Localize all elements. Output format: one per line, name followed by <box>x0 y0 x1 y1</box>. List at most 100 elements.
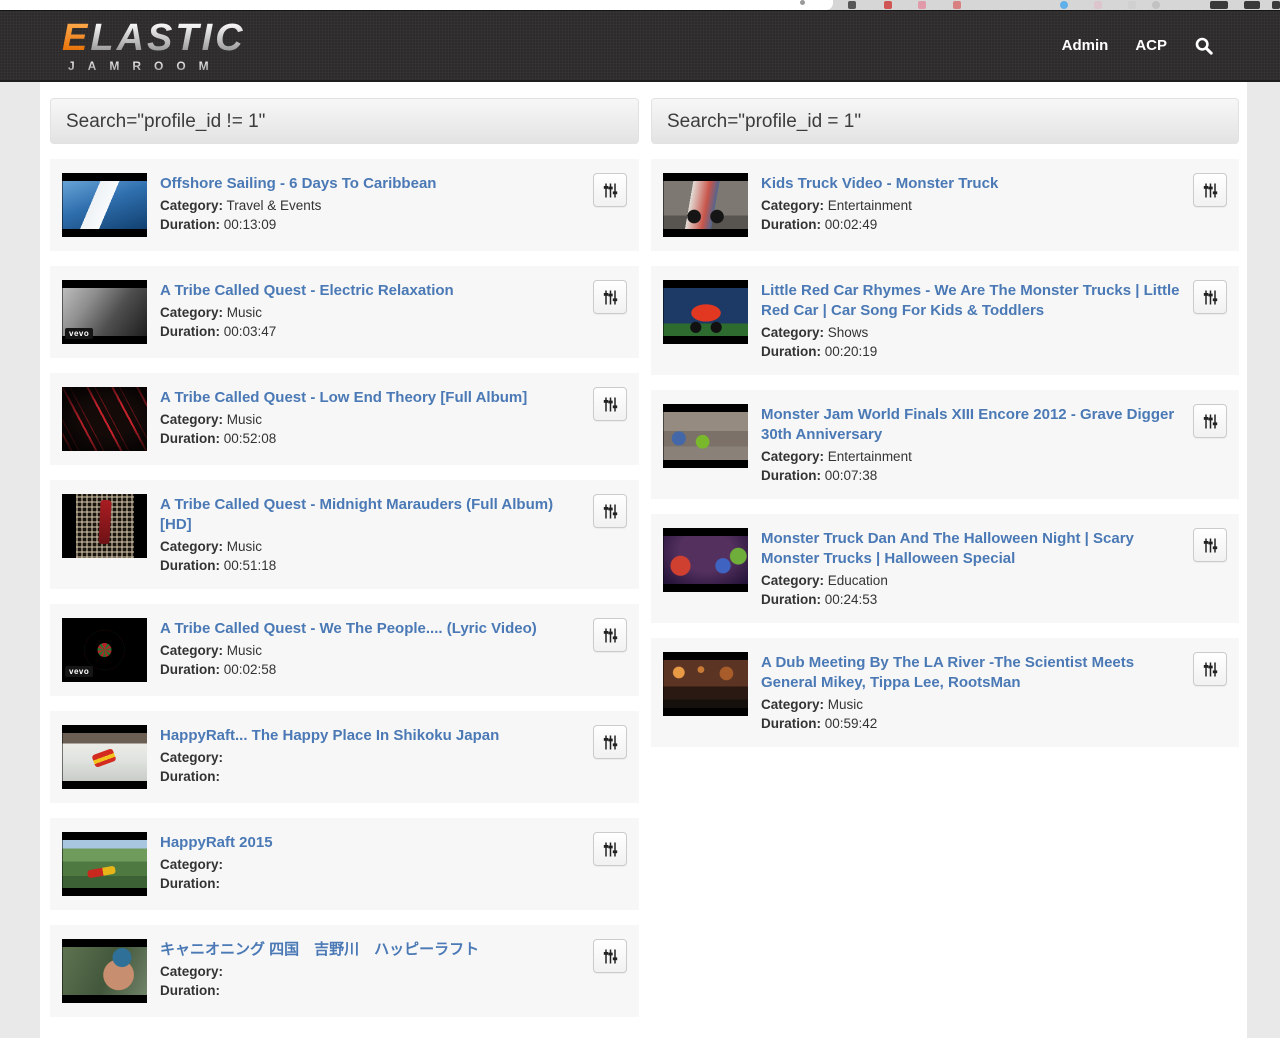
duration-label: Duration: <box>761 468 821 483</box>
video-meta: HappyRaft... The Happy Place In Shikoku … <box>160 725 580 789</box>
bookmark-icon[interactable] <box>918 1 926 9</box>
video-thumbnail-art <box>62 733 147 781</box>
sliders-button[interactable] <box>593 387 627 421</box>
video-result-card: Offshore Sailing - 6 Days To Caribbean C… <box>50 159 639 251</box>
video-thumbnail[interactable] <box>62 494 147 558</box>
sliders-button[interactable] <box>593 725 627 759</box>
video-title-link[interactable]: Offshore Sailing - 6 Days To Caribbean <box>160 174 580 194</box>
nav-admin-link[interactable]: Admin <box>1062 37 1109 54</box>
video-thumbnail[interactable] <box>62 173 147 237</box>
bookmark-icon[interactable] <box>1060 1 1068 9</box>
duration-label: Duration: <box>160 983 220 998</box>
duration-value: 00:02:58 <box>224 662 277 677</box>
bookmark-icon[interactable] <box>953 1 961 9</box>
address-bar-sliver[interactable] <box>0 0 833 10</box>
site-logo[interactable]: ELASTIC JAMROOM <box>62 19 246 72</box>
category-label: Category: <box>761 325 824 340</box>
left-results-column: Search="profile_id != 1" Offshore Sailin… <box>50 98 639 1032</box>
video-thumbnail-art <box>663 536 748 584</box>
category-line: Category: Entertainment <box>761 197 1180 216</box>
sliders-button[interactable] <box>593 173 627 207</box>
video-title-link[interactable]: A Tribe Called Quest - Midnight Marauder… <box>160 495 580 535</box>
left-search-header: Search="profile_id != 1" <box>50 98 639 144</box>
category-label: Category: <box>160 539 223 554</box>
video-thumbnail[interactable] <box>663 173 748 237</box>
logo-wordmark: ELASTIC <box>62 19 246 57</box>
bookmark-icon[interactable] <box>1210 1 1228 9</box>
sliders-button[interactable] <box>593 618 627 652</box>
bookmark-icon[interactable] <box>1128 1 1136 9</box>
video-result-card: キャニオニング 四国 吉野川 ハッピーラフト Category: Duratio… <box>50 925 639 1017</box>
video-thumbnail[interactable] <box>663 404 748 468</box>
sliders-button[interactable] <box>1193 652 1227 686</box>
category-value: Music <box>227 539 262 554</box>
category-value: Music <box>828 697 863 712</box>
left-results-list: Offshore Sailing - 6 Days To Caribbean C… <box>50 159 639 1017</box>
video-title-link[interactable]: A Tribe Called Quest - Low End Theory [F… <box>160 388 580 408</box>
video-title-link[interactable]: Little Red Car Rhymes - We Are The Monst… <box>761 281 1180 321</box>
video-title-link[interactable]: キャニオニング 四国 吉野川 ハッピーラフト <box>160 940 580 960</box>
video-thumbnail[interactable] <box>62 725 147 789</box>
category-label: Category: <box>160 643 223 658</box>
right-search-header: Search="profile_id = 1" <box>651 98 1239 144</box>
video-title-link[interactable]: Monster Jam World Finals XIII Encore 201… <box>761 405 1180 445</box>
video-title-link[interactable]: Monster Truck Dan And The Halloween Nigh… <box>761 529 1180 569</box>
duration-label: Duration: <box>160 662 220 677</box>
video-thumbnail[interactable]: vevo <box>62 280 147 344</box>
category-value: Music <box>227 305 262 320</box>
sliders-button[interactable] <box>1193 280 1227 314</box>
category-label: Category: <box>761 697 824 712</box>
duration-line: Duration: 00:52:08 <box>160 430 580 449</box>
category-label: Category: <box>160 412 223 427</box>
category-value: Shows <box>828 325 869 340</box>
duration-value: 00:59:42 <box>825 716 878 731</box>
sliders-button[interactable] <box>593 832 627 866</box>
logo-letter-e: E <box>62 17 90 59</box>
video-title-link[interactable]: A Tribe Called Quest - Electric Relaxati… <box>160 281 580 301</box>
sliders-button[interactable] <box>593 280 627 314</box>
bookmark-icon[interactable] <box>884 1 892 9</box>
category-line: Category: Music <box>160 411 580 430</box>
video-title-link[interactable]: Kids Truck Video - Monster Truck <box>761 174 1180 194</box>
video-thumbnail[interactable] <box>62 939 147 1003</box>
video-meta: A Dub Meeting By The LA River -The Scien… <box>761 652 1180 733</box>
video-result-card: Monster Truck Dan And The Halloween Nigh… <box>651 514 1239 623</box>
video-meta: A Tribe Called Quest - Low End Theory [F… <box>160 387 580 451</box>
nav-acp-link[interactable]: ACP <box>1135 37 1167 54</box>
video-thumbnail[interactable]: vevo <box>62 618 147 682</box>
results-area: Search="profile_id != 1" Offshore Sailin… <box>40 82 1247 1038</box>
video-thumbnail-art <box>62 840 147 888</box>
logo-subtitle: JAMROOM <box>62 60 246 72</box>
video-thumbnail[interactable] <box>663 280 748 344</box>
duration-label: Duration: <box>160 324 220 339</box>
sliders-button[interactable] <box>593 494 627 528</box>
category-line: Category: <box>160 856 580 875</box>
category-value: Entertainment <box>828 198 912 213</box>
search-icon[interactable] <box>1194 36 1214 56</box>
bookmark-icon[interactable] <box>1152 1 1160 9</box>
bookmark-icon[interactable] <box>1244 1 1260 9</box>
sliders-button[interactable] <box>593 939 627 973</box>
video-thumbnail[interactable] <box>62 387 147 451</box>
bookmark-icon[interactable] <box>1272 1 1280 9</box>
video-thumbnail[interactable] <box>663 528 748 592</box>
sliders-button[interactable] <box>1193 528 1227 562</box>
video-thumbnail[interactable] <box>663 652 748 716</box>
sliders-button[interactable] <box>1193 173 1227 207</box>
video-thumbnail-art <box>76 494 134 558</box>
category-line: Category: Education <box>761 572 1180 591</box>
video-result-card: HappyRaft 2015 Category: Duration: <box>50 818 639 910</box>
video-thumbnail[interactable] <box>62 832 147 896</box>
video-title-link[interactable]: HappyRaft... The Happy Place In Shikoku … <box>160 726 580 746</box>
sliders-button[interactable] <box>1193 404 1227 438</box>
duration-label: Duration: <box>761 592 821 607</box>
video-title-link[interactable]: A Dub Meeting By The LA River -The Scien… <box>761 653 1180 693</box>
video-meta: Kids Truck Video - Monster Truck Categor… <box>761 173 1180 237</box>
duration-value: 00:24:53 <box>825 592 878 607</box>
bookmark-icon[interactable] <box>848 1 856 9</box>
duration-line: Duration: 00:51:18 <box>160 557 580 576</box>
bookmark-icon[interactable] <box>1094 1 1102 9</box>
video-title-link[interactable]: A Tribe Called Quest - We The People....… <box>160 619 580 639</box>
video-title-link[interactable]: HappyRaft 2015 <box>160 833 580 853</box>
duration-label: Duration: <box>761 217 821 232</box>
